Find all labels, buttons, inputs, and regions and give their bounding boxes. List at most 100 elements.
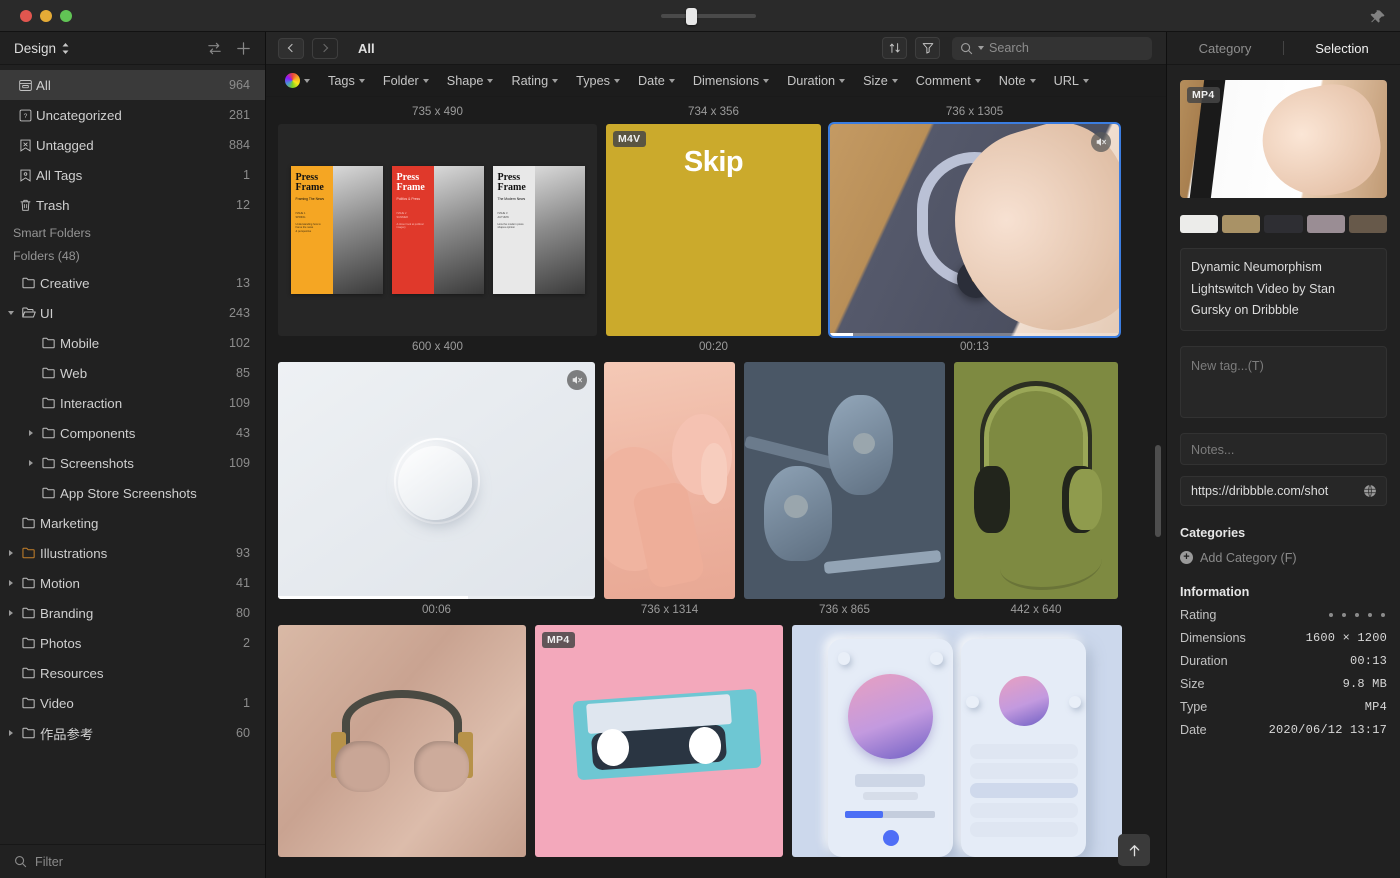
sidebar-item-trash[interactable]: Trash 12 — [0, 190, 265, 220]
mute-icon[interactable] — [1091, 132, 1111, 152]
sidebar-folder-video[interactable]: Video 1 — [0, 688, 265, 718]
item-thumbnail[interactable] — [954, 362, 1118, 599]
sidebar-folder-branding[interactable]: Branding 80 — [0, 598, 265, 628]
sidebar-folder-components[interactable]: Components 43 — [0, 418, 265, 448]
sidebar-folder-web[interactable]: Web 85 — [0, 358, 265, 388]
filter-button[interactable] — [915, 37, 940, 59]
item-thumbnail-selected[interactable] — [828, 122, 1121, 338]
grid-item[interactable]: 734 x 356 Skip M4V 00:20 — [606, 105, 821, 355]
close-window-button[interactable] — [20, 9, 32, 22]
filter-color[interactable] — [276, 70, 319, 92]
filter-tags[interactable]: Tags — [319, 70, 374, 92]
search-input[interactable]: Search — [952, 36, 1152, 60]
grid-item[interactable]: MP4 — [535, 625, 783, 857]
title-field[interactable]: Dynamic Neumorphism Lightswitch Video by… — [1180, 248, 1387, 331]
video-progress-bar[interactable] — [830, 333, 1119, 336]
expand-twisty[interactable] — [4, 550, 18, 556]
item-thumbnail[interactable] — [792, 625, 1122, 857]
sidebar-item-untagged[interactable]: Untagged 884 — [0, 130, 265, 160]
slider-track[interactable] — [661, 8, 756, 25]
item-thumbnail[interactable] — [278, 625, 526, 857]
filter-date[interactable]: Date — [629, 70, 684, 92]
forward-button[interactable] — [312, 37, 338, 59]
filter-shape[interactable]: Shape — [438, 70, 503, 92]
sidebar-item-uncategorized[interactable]: ? Uncategorized 281 — [0, 100, 265, 130]
expand-twisty[interactable] — [24, 430, 38, 436]
item-thumbnail[interactable]: Skip M4V — [606, 124, 821, 336]
color-swatch-4[interactable] — [1306, 215, 1345, 233]
item-thumbnail[interactable]: MP4 — [535, 625, 783, 857]
thumbnail-size-slider[interactable] — [661, 0, 756, 32]
sidebar-filter-input[interactable]: Filter — [0, 844, 265, 878]
tab-category[interactable]: Category — [1167, 41, 1283, 56]
grid-scrollbar[interactable] — [1155, 445, 1161, 537]
item-thumbnail[interactable] — [604, 362, 735, 599]
expand-twisty[interactable] — [4, 610, 18, 616]
filter-folder[interactable]: Folder — [374, 70, 438, 92]
sidebar-item-all[interactable]: All 964 — [0, 70, 265, 100]
grid-item[interactable]: 736 x 1314 — [604, 362, 735, 618]
sidebar-folder-app-store-screenshots[interactable]: App Store Screenshots — [0, 478, 265, 508]
scroll-to-top-button[interactable] — [1118, 834, 1150, 866]
grid-item[interactable]: 736 x 865 — [744, 362, 945, 618]
filter-dimensions[interactable]: Dimensions — [684, 70, 778, 92]
sidebar-folder-creative[interactable]: Creative 13 — [0, 268, 265, 298]
item-thumbnail[interactable]: Press Frame Framing The News ISSUE 1 SPRING U… — [278, 124, 597, 336]
sort-button[interactable] — [882, 37, 907, 59]
tags-field[interactable]: New tag...(T) — [1180, 345, 1387, 418]
grid-item[interactable]: 735 x 490 Press Frame Framing The News ISSU… — [278, 105, 597, 355]
sidebar-folder-illustrations[interactable]: Illustrations 93 — [0, 538, 265, 568]
sidebar-item-all-tags[interactable]: All Tags 1 — [0, 160, 265, 190]
url-field[interactable]: https://dribbble.com/shot — [1180, 475, 1387, 506]
filter-size[interactable]: Size — [854, 70, 907, 92]
collapse-twisty[interactable] — [4, 311, 18, 315]
filter-url[interactable]: URL — [1045, 70, 1098, 92]
globe-icon[interactable] — [1362, 483, 1378, 499]
add-category-button[interactable]: + Add Category (F) — [1180, 551, 1387, 565]
maximize-window-button[interactable] — [60, 9, 72, 22]
slider-thumb[interactable] — [686, 8, 697, 25]
filter-note[interactable]: Note — [990, 70, 1045, 92]
expand-twisty[interactable] — [4, 730, 18, 736]
color-swatch-2[interactable] — [1222, 215, 1261, 233]
sidebar-folder-motion[interactable]: Motion 41 — [0, 568, 265, 598]
grid-item[interactable]: 442 x 640 — [954, 362, 1118, 618]
sidebar-folder-作品参考[interactable]: 作品参考 60 — [0, 718, 265, 748]
filter-duration[interactable]: Duration — [778, 70, 854, 92]
item-thumbnail[interactable] — [744, 362, 945, 599]
filter-rating[interactable]: Rating — [502, 70, 567, 92]
sidebar-folder-ui[interactable]: UI 243 — [0, 298, 265, 328]
tab-selection[interactable]: Selection — [1284, 41, 1400, 56]
filter-bar[interactable]: Tags Folder Shape Rating Types Date Dimensions… — [266, 65, 1166, 97]
rating-stars[interactable] — [1329, 612, 1387, 617]
sidebar-folder-photos[interactable]: Photos 2 — [0, 628, 265, 658]
expand-twisty[interactable] — [4, 580, 18, 586]
mute-icon[interactable] — [567, 370, 587, 390]
pin-icon[interactable] — [1369, 8, 1387, 26]
sidebar-folder-screenshots[interactable]: Screenshots 109 — [0, 448, 265, 478]
minimize-window-button[interactable] — [40, 9, 52, 22]
thumbnail-grid-area[interactable]: 735 x 490 Press Frame Framing The News ISSU… — [266, 97, 1166, 878]
color-swatch-5[interactable] — [1348, 215, 1388, 233]
window-controls[interactable] — [0, 9, 72, 22]
grid-item[interactable] — [278, 625, 526, 857]
search-scope-caret-icon[interactable] — [978, 46, 984, 50]
color-swatches[interactable] — [1180, 215, 1388, 233]
library-switcher[interactable]: Design — [14, 41, 70, 56]
grid-item[interactable]: 736 x 1305 00:13 — [828, 105, 1121, 355]
sidebar-folder-resources[interactable]: Resources — [0, 658, 265, 688]
item-thumbnail[interactable] — [278, 362, 595, 599]
sidebar-folder-interaction[interactable]: Interaction 109 — [0, 388, 265, 418]
inspector-tabs[interactable]: Category Selection — [1167, 32, 1400, 65]
color-swatch-1[interactable] — [1180, 215, 1219, 233]
sidebar-folder-marketing[interactable]: Marketing — [0, 508, 265, 538]
filter-types[interactable]: Types — [567, 70, 629, 92]
selected-item-preview[interactable]: MP4 — [1180, 80, 1387, 198]
plus-icon[interactable] — [234, 39, 253, 58]
sidebar-folder-mobile[interactable]: Mobile 102 — [0, 328, 265, 358]
grid-item[interactable]: 00:06 — [278, 362, 595, 618]
filter-comment[interactable]: Comment — [907, 70, 990, 92]
notes-field[interactable]: Notes... — [1180, 432, 1387, 465]
expand-twisty[interactable] — [24, 460, 38, 466]
sidebar-tree[interactable]: All 964? Uncategorized 281 Untagged 884 All Ta… — [0, 65, 265, 844]
